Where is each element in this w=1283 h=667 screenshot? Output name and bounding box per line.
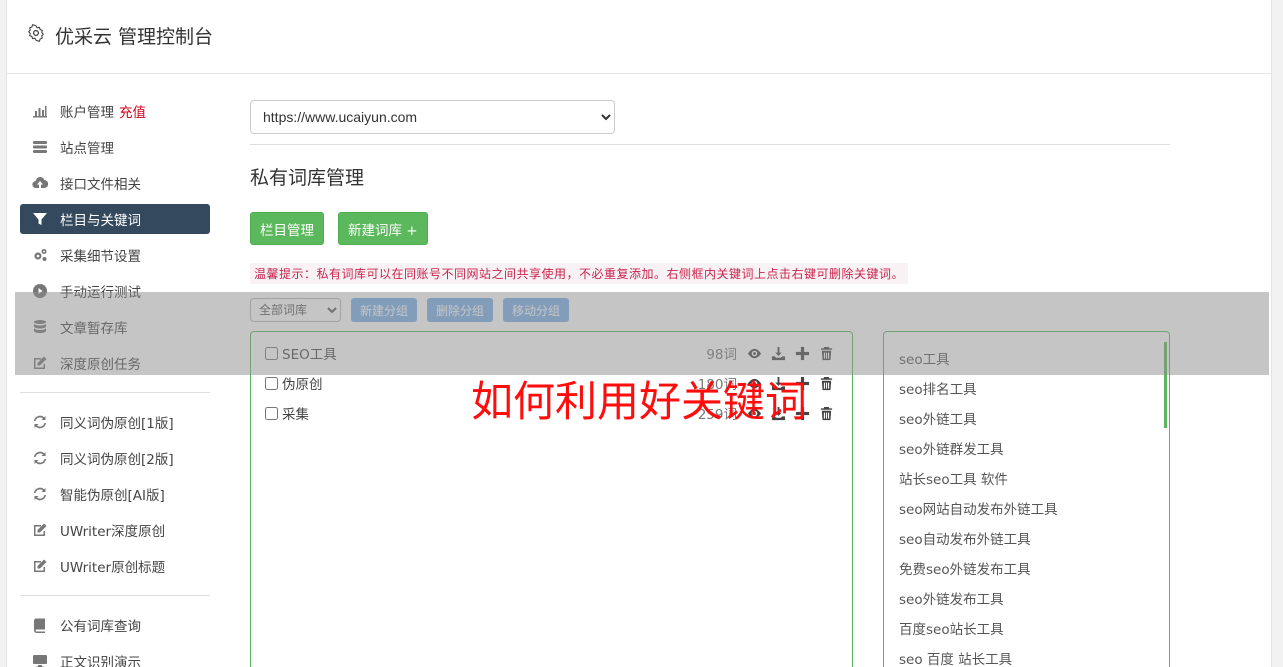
trash-icon[interactable] [818, 405, 834, 421]
sidebar-item-label: 账户管理 [60, 105, 114, 121]
filter-icon [31, 211, 49, 227]
edit-icon [31, 558, 49, 574]
refresh-icon [31, 414, 49, 430]
sidebar-item-uwriter-deep[interactable]: UWriter深度原创 [20, 515, 210, 545]
keyword-item[interactable]: seo 百度 站长工具 [899, 648, 1012, 667]
library-name[interactable]: 采集 [282, 403, 309, 423]
sidebar-item-label: 栏目与关键词 [60, 213, 141, 229]
keyword-item[interactable]: seo网站自动发布外链工具 [899, 498, 1058, 518]
main-content: https://www.ucaiyun.com 私有词库管理 栏目管理 新建词库… [250, 100, 1170, 322]
new-library-button[interactable]: 新建词库 + [338, 212, 428, 245]
gear-icon [27, 24, 45, 47]
refresh-icon [31, 486, 49, 502]
sidebar-item-uwriter-title[interactable]: UWriter原创标题 [20, 551, 210, 581]
edit-icon [31, 522, 49, 538]
brand[interactable]: 优采云 管理控制台 [27, 22, 213, 49]
sidebar-item-interface-files[interactable]: 接口文件相关 [20, 168, 210, 198]
sidebar-item-text-recognition[interactable]: 正文识别演示 [20, 646, 210, 667]
column-manage-button[interactable]: 栏目管理 [250, 212, 324, 245]
sidebar-divider [20, 595, 210, 596]
keyword-item[interactable]: seo排名工具 [899, 378, 977, 398]
book-icon [31, 617, 49, 633]
sidebar-item-label: 公有词库查询 [60, 619, 141, 635]
keyword-item[interactable]: seo外链群发工具 [899, 438, 1004, 458]
divider [250, 144, 1170, 145]
app-title: 优采云 管理控制台 [55, 26, 214, 48]
cogs-icon [31, 247, 49, 263]
sidebar-item-label: 采集细节设置 [60, 249, 141, 265]
keyword-list-panel: seo工具 seo排名工具 seo外链工具 seo外链群发工具 站长seo工具 … [883, 331, 1170, 667]
sidebar: 账户管理 充值 站点管理 接口文件相关 栏目与关键词 采集细节设置 手动运行测试… [20, 96, 210, 667]
keyword-item[interactable]: 百度seo站长工具 [899, 618, 1004, 638]
overlay-band [15, 292, 1269, 375]
sidebar-item-label: 同义词伪原创[1版] [60, 416, 174, 432]
action-buttons: 栏目管理 新建词库 + [250, 212, 1170, 245]
recharge-link[interactable]: 充值 [119, 101, 146, 121]
tip-text: 温馨提示：私有词库可以在同账号不同网站之间共享使用，不必重复添加。右侧框内关键词… [250, 263, 909, 284]
sidebar-item-label: UWriter深度原创 [60, 524, 166, 540]
keyword-item[interactable]: seo自动发布外链工具 [899, 528, 1031, 548]
keyword-item[interactable]: seo外链工具 [899, 408, 977, 428]
sidebar-item-account[interactable]: 账户管理 充值 [20, 96, 210, 126]
sidebar-item-ai-rewrite[interactable]: 智能伪原创[AI版] [20, 479, 210, 509]
sidebar-item-label: 接口文件相关 [60, 177, 141, 193]
sidebar-item-public-library[interactable]: 公有词库查询 [20, 610, 210, 640]
sidebar-item-label: 同义词伪原创[2版] [60, 452, 174, 468]
sidebar-item-collect-settings[interactable]: 采集细节设置 [20, 240, 210, 270]
sidebar-item-label: 智能伪原创[AI版] [60, 488, 165, 504]
cloud-upload-icon [31, 175, 49, 191]
refresh-icon [31, 450, 49, 466]
sidebar-item-synonym-v1[interactable]: 同义词伪原创[1版] [20, 407, 210, 437]
library-checkbox[interactable] [265, 376, 278, 390]
sidebar-item-label: 正文识别演示 [60, 655, 141, 667]
header: 优采云 管理控制台 [7, 0, 1271, 74]
sidebar-item-columns-keywords[interactable]: 栏目与关键词 [20, 204, 210, 234]
site-select[interactable]: https://www.ucaiyun.com [250, 100, 615, 134]
overlay-caption: 如何利用好关键词 [471, 377, 808, 426]
keyword-item[interactable]: seo外链发布工具 [899, 588, 1004, 608]
sidebar-item-label: UWriter原创标题 [60, 560, 166, 576]
server-icon [31, 139, 49, 155]
sidebar-divider [20, 392, 210, 393]
monitor-icon [31, 653, 49, 667]
library-checkbox[interactable] [265, 406, 278, 420]
keyword-item[interactable]: 站长seo工具 软件 [899, 468, 1008, 488]
sidebar-item-synonym-v2[interactable]: 同义词伪原创[2版] [20, 443, 210, 473]
page-title: 私有词库管理 [250, 167, 365, 189]
sidebar-item-label: 站点管理 [60, 141, 114, 157]
sidebar-item-sites[interactable]: 站点管理 [20, 132, 210, 162]
bar-chart-icon [31, 103, 49, 119]
trash-icon[interactable] [818, 375, 834, 391]
library-name[interactable]: 伪原创 [282, 373, 323, 393]
keyword-item[interactable]: 免费seo外链发布工具 [899, 558, 1031, 578]
